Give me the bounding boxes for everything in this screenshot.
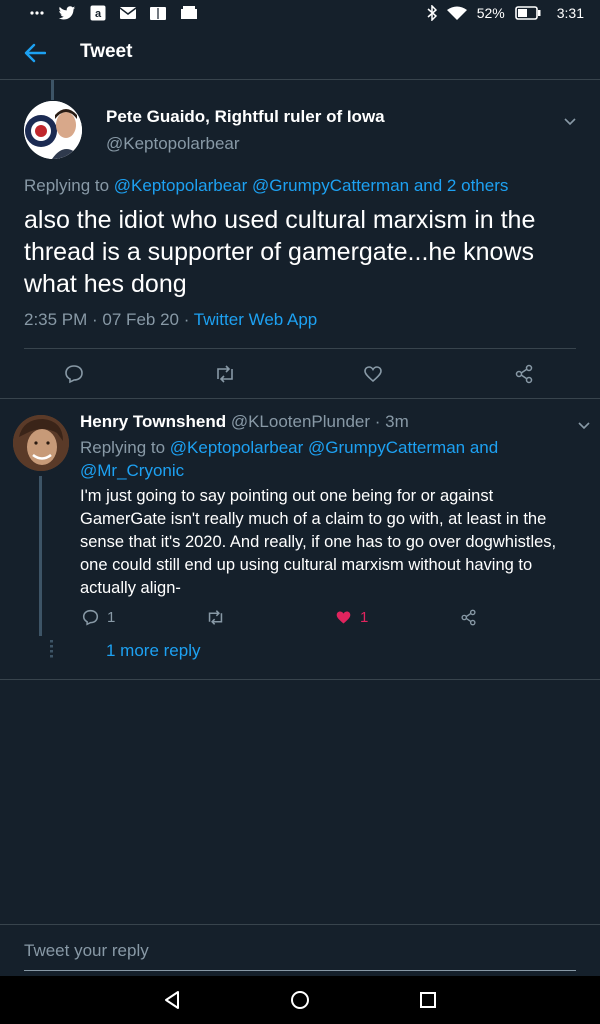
- author-name[interactable]: Pete Guaido, Rightful ruler of Iowa: [106, 107, 385, 127]
- share-icon: [515, 364, 533, 384]
- like-button[interactable]: [363, 364, 383, 384]
- reply-icon: [65, 365, 83, 384]
- mention-link[interactable]: @GrumpyCatterman: [308, 438, 465, 457]
- share-button[interactable]: [514, 364, 534, 384]
- tweet-time-ago: 3m: [385, 412, 409, 431]
- reply-input[interactable]: Tweet your reply: [24, 941, 149, 961]
- replying-to: Replying to @Keptopolarbear @GrumpyCatte…: [24, 176, 509, 195]
- status-bar: a 52% 3:31: [0, 0, 600, 26]
- mention-link[interactable]: @GrumpyCatterman: [252, 176, 409, 195]
- triangle-back-icon: [165, 991, 179, 1009]
- author-name[interactable]: Henry Townshend: [80, 412, 226, 431]
- wifi-icon: [446, 6, 467, 21]
- like-icon: [364, 366, 382, 383]
- header: Tweet: [0, 26, 600, 80]
- reply-icon: [82, 609, 99, 626]
- thread-line: [51, 80, 54, 100]
- retweet-button[interactable]: [206, 609, 225, 626]
- svg-text:a: a: [95, 8, 102, 20]
- retweet-button[interactable]: [214, 364, 236, 384]
- nav-home-button[interactable]: [288, 988, 312, 1012]
- avatar[interactable]: [13, 415, 69, 471]
- bluetooth-icon: [427, 5, 437, 21]
- tweet-time: 2:35 PM: [24, 310, 88, 329]
- mention-link[interactable]: @Mr_Cryonic: [80, 461, 184, 480]
- replying-and: and: [469, 438, 499, 457]
- replying-to: Replying to @Keptopolarbear @GrumpyCatte…: [80, 438, 499, 480]
- chevron-down-icon[interactable]: [563, 114, 577, 128]
- nav-recents-button[interactable]: [416, 988, 440, 1012]
- battery-percent: 52%: [476, 5, 505, 21]
- others-link[interactable]: and 2 others: [414, 176, 509, 195]
- thread-line: [39, 476, 42, 636]
- input-underline: [24, 970, 576, 971]
- amazon-icon: a: [90, 5, 106, 21]
- divider: [0, 398, 600, 399]
- back-button[interactable]: [22, 40, 48, 66]
- thread-dots: [50, 640, 53, 658]
- share-icon: [461, 609, 476, 626]
- reply-author-line: Henry Townshend @KLootenPlunder · 3m: [80, 412, 409, 431]
- reply-button[interactable]: [64, 364, 84, 384]
- status-time: 3:31: [556, 5, 584, 21]
- mention-link[interactable]: @Keptopolarbear: [170, 438, 304, 457]
- store-icon: [180, 6, 198, 20]
- divider: [24, 348, 576, 349]
- battery-icon: [514, 6, 541, 20]
- page-title: Tweet: [80, 41, 133, 62]
- twitter-icon: [58, 5, 76, 21]
- more-icon: [30, 11, 44, 15]
- tweet-source[interactable]: Twitter Web App: [194, 310, 317, 329]
- share-button[interactable]: [460, 609, 477, 626]
- reply-compose: Tweet your reply: [0, 924, 600, 974]
- tweet-meta: 2:35 PM · 07 Feb 20 · Twitter Web App: [24, 310, 318, 329]
- mention-link[interactable]: @Keptopolarbear: [114, 176, 248, 195]
- divider: [0, 679, 600, 680]
- square-recents-icon: [420, 992, 436, 1008]
- retweet-icon: [208, 610, 223, 625]
- more-replies-link[interactable]: 1 more reply: [106, 641, 200, 661]
- reply-button[interactable]: 1: [82, 609, 115, 626]
- avatar[interactable]: [24, 101, 82, 159]
- like-count: 1: [360, 609, 369, 626]
- back-arrow-icon: [24, 43, 46, 63]
- author-handle[interactable]: @KLootenPlunder: [231, 412, 370, 431]
- tweet-text: I'm just going to say pointing out one b…: [80, 487, 557, 597]
- tweet-text: also the idiot who used cultural marxism…: [24, 206, 536, 298]
- system-nav-bar: [0, 976, 600, 1024]
- retweet-icon: [217, 365, 233, 383]
- like-button[interactable]: 1: [335, 609, 368, 626]
- like-filled-icon: [336, 611, 351, 624]
- kindle-icon: [150, 6, 166, 20]
- nav-back-button[interactable]: [160, 988, 184, 1012]
- tweet-date: 07 Feb 20: [102, 310, 179, 329]
- author-handle[interactable]: @Keptopolarbear: [106, 134, 240, 154]
- mail-icon: [120, 7, 136, 19]
- circle-home-icon: [291, 991, 309, 1009]
- reply-count: 1: [107, 609, 116, 626]
- chevron-down-icon[interactable]: [577, 418, 591, 432]
